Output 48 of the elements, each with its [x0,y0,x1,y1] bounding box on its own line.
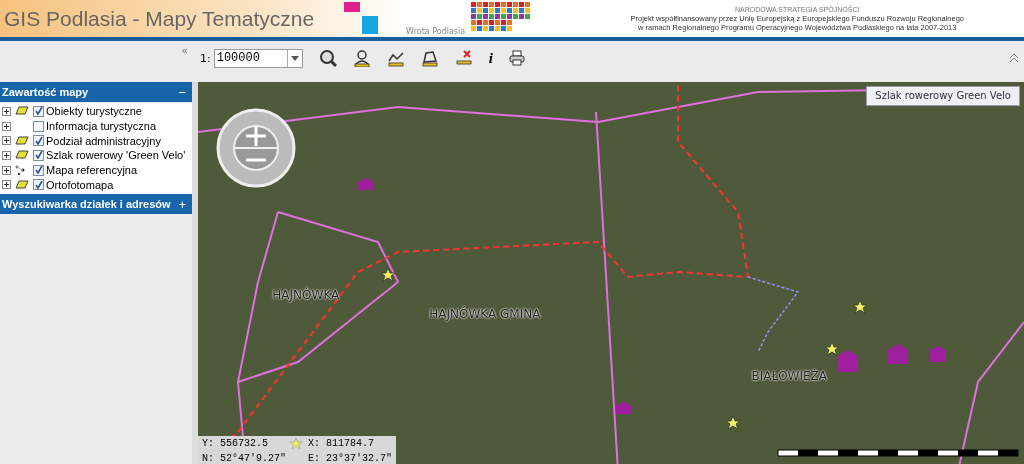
polygon-layer-icon [15,179,29,189]
legend-label: Szlak rowerowy Green Velo [866,86,1020,106]
scale-dropdown[interactable]: 100000 [213,48,303,68]
print-icon[interactable] [508,50,525,66]
app-title: GIS Podlasia - Mapy Tematyczne [3,5,315,32]
clear-icon[interactable] [454,49,473,67]
panel-toggle[interactable]: + [178,196,186,212]
line-measure-icon[interactable] [386,49,405,67]
coordinate-latitude: N: 52°47'9.27" [202,453,286,464]
layer-checkbox[interactable] [33,149,44,161]
polygon-layer-icon [15,106,29,116]
place-label: HAJNÓWKA [272,288,340,303]
layer-label[interactable]: Podział administracyjny [46,134,161,147]
collapse-up-icon[interactable] [1010,51,1018,65]
points-layer-icon [15,165,25,176]
polygon-layer-icon [15,135,29,145]
person-icon[interactable] [352,49,371,67]
star-icon [290,438,302,450]
coordinate-longitude: E: 23°37'32.7" [308,453,393,464]
layer-label[interactable]: Ortofotomapa [46,178,114,191]
scale-label: 1: [200,51,211,65]
panel-header[interactable]: Wyszukiwarka działek i adresów + [0,194,192,215]
layer-checkbox[interactable] [33,164,44,176]
layer-checkbox[interactable] [33,120,44,132]
logo-caption: Wrota Podlasia [406,26,466,36]
caret-icon[interactable] [290,55,299,61]
layer-checkbox[interactable] [33,179,44,191]
info-button[interactable]: i [488,49,493,67]
panel-title: Wyszukiwarka działek i adresów [2,198,171,211]
coordinate-x: X: 811784.7 [308,438,376,451]
layer-label[interactable]: Mapa referencyjna [46,164,138,177]
layer-label[interactable]: Informacja turystyczna [46,120,157,133]
panel-header[interactable]: Zawartość mapy − [0,82,192,102]
place-label: BIAŁOWIEŻA [751,368,827,383]
layer-checkbox[interactable] [33,105,44,117]
collapse-button[interactable]: « [181,45,188,56]
polygon-layer-icon [15,150,29,160]
layer-label[interactable]: Obiekty turystyczne [46,105,142,118]
layer-label[interactable]: Szlak rowerowy 'Green Velo' [46,149,186,162]
zoom-icon[interactable] [318,49,337,67]
squares-logo-icon [344,1,381,36]
zoom-control[interactable] [216,108,296,188]
coordinate-y: Y: 556732.5 [202,438,269,451]
panel-toggle[interactable]: − [178,84,186,100]
place-label: HAJNÓWKA GMINA [429,307,541,322]
layer-checkbox[interactable] [33,135,44,147]
panel-title: Zawartość mapy [2,86,89,98]
area-measure-icon[interactable] [420,49,439,67]
